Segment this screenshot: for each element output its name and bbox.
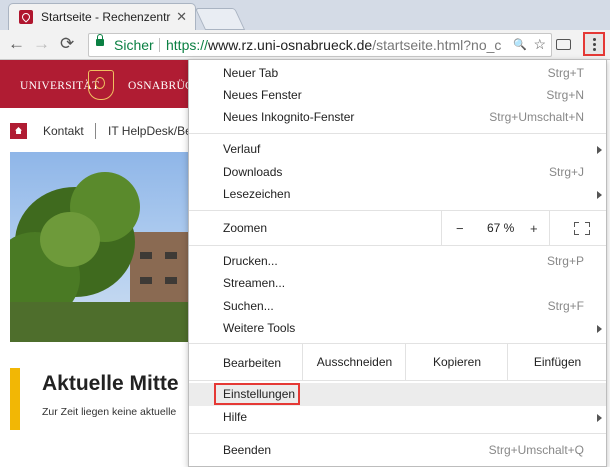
menu-item-label: Einstellungen — [223, 387, 296, 401]
menu-item-label: Zoomen — [223, 221, 268, 235]
menu-item-cast[interactable]: Streamen... — [189, 272, 606, 294]
nav-link-kontakt[interactable]: Kontakt — [43, 124, 84, 138]
menu-item-downloads[interactable]: Downloads Strg+J — [189, 161, 606, 183]
submenu-arrow-icon — [597, 325, 602, 333]
zoom-in-button[interactable]: + — [530, 221, 538, 236]
menu-item-label: Beenden — [223, 443, 272, 457]
uni-crest-icon — [88, 70, 114, 100]
site-navbar: Kontakt IT HelpDesk/Be — [0, 108, 192, 150]
menu-item-shortcut: Strg+J — [548, 165, 584, 179]
menu-separator — [189, 433, 606, 434]
home-icon[interactable] — [10, 123, 27, 139]
bookmark-star-icon[interactable]: ☆ — [533, 36, 546, 53]
browser-toolbar: ← → ⟳ Sicher https://www.rz.uni-osnabrue… — [0, 30, 610, 60]
paste-label: Einfügen — [533, 355, 582, 369]
menu-item-history[interactable]: Verlauf — [189, 138, 606, 160]
menu-item-more-tools[interactable]: Weitere Tools — [189, 317, 606, 339]
back-icon[interactable]: ← — [8, 34, 25, 54]
menu-item-edit: Bearbeiten Ausschneiden Kopieren Einfüge… — [189, 344, 606, 380]
cut-label: Ausschneiden — [316, 355, 393, 369]
copy-label: Kopieren — [432, 355, 482, 369]
zoom-level-value: 67 % — [487, 221, 515, 235]
menu-item-label: Bearbeiten — [223, 356, 282, 370]
zoom-icon[interactable]: 🔍 — [513, 38, 527, 51]
submenu-arrow-icon — [597, 414, 602, 422]
menu-dot-icon — [593, 43, 596, 46]
menu-item-label: Neuer Tab — [223, 66, 279, 80]
menu-item-find[interactable]: Suchen... Strg+F — [189, 295, 606, 317]
menu-item-zoom: Zoomen − 67 % + — [189, 211, 606, 245]
zoom-separator — [549, 211, 550, 245]
tab-startseite[interactable]: Startseite - Rechenzentrum ✕ — [8, 3, 196, 31]
menu-item-new-tab[interactable]: Neuer Tab Strg+T — [189, 62, 606, 84]
chrome-menu: Neuer Tab Strg+T Neues Fenster Strg+N Ne… — [188, 59, 607, 467]
menu-item-settings[interactable]: Einstellungen — [189, 383, 606, 406]
menu-item-exit[interactable]: Beenden Strg+Umschalt+Q — [189, 439, 606, 461]
cut-button[interactable]: Ausschneiden — [302, 344, 406, 380]
menu-item-label: Streamen... — [223, 276, 286, 290]
menu-item-label: Neues Inkognito-Fenster — [223, 110, 355, 124]
fullscreen-icon[interactable] — [574, 222, 590, 235]
menu-item-bookmarks[interactable]: Lesezeichen — [189, 183, 606, 205]
tab-strip: Startseite - Rechenzentrum ✕ — [0, 0, 610, 31]
uni-favicon-icon — [19, 10, 33, 24]
submenu-arrow-icon — [597, 191, 602, 199]
address-separator — [159, 38, 160, 52]
menu-item-shortcut: Strg+Umschalt+N — [489, 110, 584, 124]
menu-separator — [189, 380, 606, 381]
nav-separator — [95, 123, 96, 139]
menu-item-help[interactable]: Hilfe — [189, 406, 606, 428]
zoom-separator — [441, 211, 442, 245]
url-host: www.rz.uni-osnabrueck.de — [208, 37, 373, 53]
forward-icon[interactable]: → — [33, 34, 50, 54]
menu-item-label: Neues Fenster — [223, 88, 302, 102]
menu-item-shortcut: Strg+F — [547, 299, 584, 313]
menu-item-label: Lesezeichen — [223, 187, 291, 201]
chrome-menu-button[interactable] — [583, 32, 605, 56]
news-heading: Aktuelle Mitte — [42, 372, 179, 395]
cast-icon[interactable] — [556, 39, 571, 50]
url-protocol: https:// — [166, 37, 209, 53]
url-text[interactable]: https://www.rz.uni-osnabrueck.de/startse… — [166, 37, 501, 53]
menu-item-incognito[interactable]: Neues Inkognito-Fenster Strg+Umschalt+N — [189, 106, 606, 128]
copy-button[interactable]: Kopieren — [405, 344, 508, 380]
close-icon[interactable]: ✕ — [176, 9, 187, 25]
menu-item-print[interactable]: Drucken... Strg+P — [189, 250, 606, 272]
menu-item-shortcut: Strg+T — [547, 66, 584, 80]
reload-icon[interactable]: ⟳ — [60, 34, 74, 54]
tab-title: Startseite - Rechenzentrum — [41, 10, 171, 24]
url-path: /startseite.html?no_c — [372, 37, 502, 53]
menu-item-shortcut: Strg+Umschalt+Q — [488, 443, 584, 457]
submenu-arrow-icon — [597, 146, 602, 154]
menu-item-label: Drucken... — [223, 254, 278, 268]
hero-image — [10, 152, 190, 342]
university-banner[interactable]: UNIVERSITÄT OSNABRÜCK — [0, 60, 201, 108]
menu-item-label: Verlauf — [223, 142, 261, 156]
menu-dot-icon — [593, 48, 596, 51]
grass-graphic — [10, 302, 190, 342]
menu-item-label: Downloads — [223, 165, 283, 179]
new-tab-button[interactable] — [194, 8, 246, 30]
menu-item-shortcut: Strg+P — [546, 254, 584, 268]
menu-separator — [189, 133, 606, 134]
secure-label[interactable]: Sicher — [114, 37, 154, 53]
paste-button[interactable]: Einfügen — [507, 344, 607, 380]
zoom-out-button[interactable]: − — [456, 221, 464, 236]
menu-item-new-window[interactable]: Neues Fenster Strg+N — [189, 84, 606, 106]
nav-link-helpdesk[interactable]: IT HelpDesk/Be — [108, 124, 192, 138]
menu-dot-icon — [593, 38, 596, 41]
address-bar[interactable]: Sicher https://www.rz.uni-osnabrueck.de/… — [88, 33, 552, 57]
menu-item-label: Weitere Tools — [223, 321, 296, 335]
menu-item-label: Suchen... — [223, 299, 274, 313]
menu-separator — [189, 245, 606, 246]
menu-item-shortcut: Strg+N — [546, 88, 584, 102]
news-text: Zur Zeit liegen keine aktuelle — [42, 406, 177, 418]
tree-graphic — [40, 212, 100, 267]
menu-item-label: Hilfe — [223, 410, 248, 424]
lock-icon — [96, 34, 104, 46]
news-accent-bar — [10, 368, 20, 430]
